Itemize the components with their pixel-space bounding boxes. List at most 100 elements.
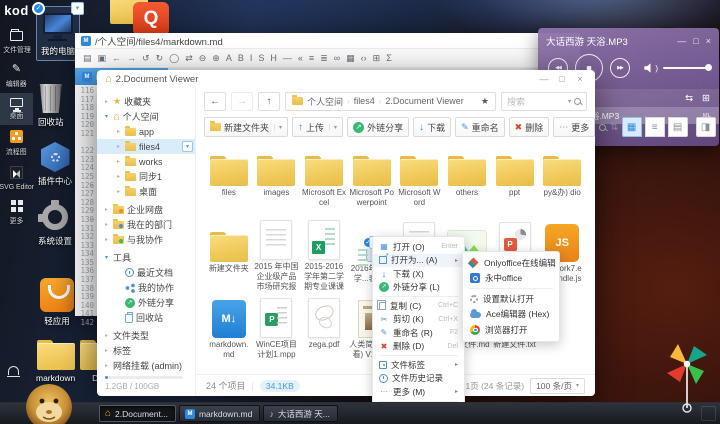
submenu-item-Ace编辑器 (Hex)[interactable]: Ace编辑器 (Hex) (463, 307, 559, 323)
editor-toolbar-icon-2[interactable]: ← (112, 54, 121, 63)
tree-item-回收站[interactable]: 回收站 (97, 310, 195, 325)
sort-icon[interactable]: ⇅ (610, 122, 618, 133)
editor-toolbar-icon-4[interactable]: ↺ (142, 54, 150, 63)
tree-chevron-icon[interactable]: ▸ (103, 206, 110, 213)
editor-toolbar-icon-16[interactable]: « (298, 54, 303, 63)
editor-toolbar-icon-3[interactable]: → (127, 54, 136, 63)
file-item-zega.pdf[interactable]: zega.pdf (301, 296, 347, 368)
file-item-markdown.md[interactable]: M↓markdown.md (206, 296, 252, 368)
tree-item-收藏夹[interactable]: ▸★收藏夹 (97, 94, 195, 109)
editor-toolbar-icon-20[interactable]: ▦ (346, 54, 355, 63)
editor-toolbar-icon-12[interactable]: I (250, 54, 253, 63)
editor-toolbar-icon-19[interactable]: ∞ (334, 54, 340, 63)
desktop-icon-light-app[interactable]: 轻应用 (40, 278, 74, 327)
rail-item-svg-editor[interactable]: SVG Editor (0, 161, 33, 195)
editor-toolbar-icon-6[interactable]: ◯ (169, 54, 179, 63)
context-menu-item-删除 (D)[interactable]: ✖删除 (D)Del (373, 340, 464, 354)
editor-toolbar-icon-21[interactable]: ‹› (361, 54, 367, 63)
context-menu-item-文件标签[interactable]: 文件标签▸ (373, 358, 464, 372)
file-item-Microsoft Excel[interactable]: Microsoft Excel (301, 144, 347, 216)
zoom-icon[interactable] (599, 124, 606, 131)
dropdown-caret-icon[interactable]: ▾ (274, 124, 282, 131)
editor-toolbar-icon-18[interactable]: ≣ (320, 54, 328, 63)
breadcrumb-item[interactable]: 个人空间 (307, 95, 343, 108)
tree-chevron-icon[interactable]: ▾ (103, 113, 110, 120)
per-page-select[interactable]: 100 条/页 ▾ (530, 378, 585, 394)
delete-button[interactable]: ✖删除 (509, 117, 550, 137)
context-menu-item-外链分享 (L)[interactable]: ↗外链分享 (L) (373, 281, 464, 295)
file-item-2015 年中国企业级产品市场研究报告as...[interactable]: 2015 年中国企业级产品市场研究报告as... (254, 220, 300, 292)
tree-item-works[interactable]: ▸works (97, 154, 195, 169)
tree-chevron-icon[interactable]: ▸ (115, 143, 122, 150)
context-menu-item-文件历史记录[interactable]: 文件历史记录 (373, 372, 464, 386)
view-detail-button[interactable]: ▤ (668, 117, 688, 137)
editor-toolbar-icon-14[interactable]: H (270, 54, 277, 63)
editor-toolbar-icon-11[interactable]: B (238, 54, 244, 63)
tree-chevron-icon[interactable]: ▸ (103, 236, 110, 243)
editor-toolbar-icon-22[interactable]: ⊞ (373, 54, 381, 63)
tree-item-app[interactable]: ▸app (97, 124, 195, 139)
rail-item-files[interactable]: 文件管理 (0, 26, 33, 59)
editor-toolbar-icon-13[interactable]: S (258, 54, 264, 63)
player-minimize-icon[interactable]: — (677, 36, 686, 46)
tree-chevron-icon[interactable]: ▾ (103, 254, 110, 261)
tree-item-最近文档[interactable]: 最近文档 (97, 265, 195, 280)
file-item-WinCE项目计划1.mpp[interactable]: WinCE项目计划1.mpp (254, 296, 300, 368)
back-button[interactable]: ← (204, 92, 226, 111)
context-menu-item-下载 (X)[interactable]: ↓下载 (X) (373, 267, 464, 281)
submenu-item-永中office[interactable]: 永中office (463, 271, 559, 287)
loop-icon[interactable]: ⇆ (685, 93, 693, 104)
rail-item-desktop[interactable]: 桌面 (0, 93, 33, 125)
context-menu-item-复制 (C)[interactable]: 复制 (C)Ctrl+C (373, 299, 464, 313)
tree-chevron-icon[interactable]: ▸ (103, 362, 110, 369)
file-item-Microsoft Powerpoint[interactable]: Microsoft Powerpoint (349, 144, 395, 216)
context-menu-item-打开为... (A)[interactable]: 打开为... (A)▸ (373, 254, 464, 268)
context-menu-item-剪切 (K)[interactable]: ✂剪切 (K)Ctrl+X (373, 313, 464, 327)
pinwheel-widget[interactable] (662, 342, 714, 414)
file-item-py&办) dio[interactable]: py&办) dio (539, 144, 585, 216)
upload-button[interactable]: ↑上传▾ (292, 117, 343, 137)
taskbar-button-2.Document...[interactable]: ⌂2.Document... (99, 405, 176, 422)
tree-item-与我协作[interactable]: ▸与我协作 (97, 232, 195, 247)
desktop-icon-q-app[interactable]: Q (133, 2, 169, 36)
add-to-playlist-icon[interactable]: ⊞ (702, 93, 710, 104)
file-item-2015-2016学年第二学期专业课课程表(...[interactable]: 2015-2016学年第二学期专业课课程表(... (301, 220, 347, 292)
rail-item-flowchart[interactable]: 流程图 (0, 125, 33, 161)
submenu-item-设置默认打开[interactable]: 设置默认打开 (463, 291, 559, 307)
side-panel-toggle-button[interactable]: ◨ (696, 117, 716, 137)
favorite-star-icon[interactable]: ★ (481, 96, 489, 107)
search-input[interactable]: 搜索 (507, 95, 565, 108)
tree-item-企业网盘[interactable]: ▸企业网盘 (97, 202, 195, 217)
context-menu-item-更多 (M)[interactable]: ⋯更多 (M)▸ (373, 385, 464, 399)
file-manager-titlebar[interactable]: ⌂ 2.Document Viewer — □ × (97, 70, 595, 88)
submenu-item-Onlyoffice在线编辑[interactable]: Onlyoffice在线编辑 (463, 255, 559, 271)
breadcrumb-item[interactable]: files4 (354, 96, 375, 106)
editor-toolbar-icon-17[interactable]: ≡ (309, 54, 314, 63)
editor-toolbar-icon-1[interactable]: ▣ (98, 54, 107, 63)
editor-toolbar-icon-5[interactable]: ↻ (156, 54, 164, 63)
tree-item-我的协作[interactable]: 我的协作 (97, 280, 195, 295)
tree-item-我在的部门[interactable]: ▸我在的部门 (97, 217, 195, 232)
tree-chevron-icon[interactable]: ▸ (115, 188, 122, 195)
taskbar-button-大话西游 天...[interactable]: ♪大话西游 天... (263, 405, 337, 422)
file-item-新建文件夹[interactable]: 新建文件夹 (206, 220, 252, 292)
rename-button[interactable]: ✎重命名 (455, 117, 505, 137)
new-folder-button[interactable]: 新建文件夹▾ (204, 117, 288, 137)
desktop-icon-recycle-bin[interactable]: 回收站 (38, 84, 64, 128)
forward-button[interactable]: → (231, 92, 253, 111)
tree-item-网络挂载 (admin)[interactable]: ▸网络挂载 (admin) (97, 358, 195, 373)
editor-toolbar-icon-0[interactable]: ▤ (83, 54, 92, 63)
tree-item-外链分享[interactable]: ↗外链分享 (97, 295, 195, 310)
next-track-button[interactable]: ▶▶ (610, 58, 630, 78)
tree-chevron-icon[interactable]: ▸ (115, 173, 122, 180)
editor-toolbar-icon-23[interactable]: Σ (386, 54, 392, 63)
view-grid-button[interactable]: ▦ (622, 117, 642, 137)
tree-chevron-icon[interactable]: ▸ (115, 128, 122, 135)
window-maximize-icon[interactable]: □ (555, 74, 569, 84)
dropdown-caret-icon[interactable]: ▾ (71, 2, 84, 15)
share-button[interactable]: ↗外链分享 (347, 117, 409, 137)
rail-item-editor[interactable]: ✎编辑器 (0, 59, 33, 93)
submenu-item-浏览器打开[interactable]: 浏览器打开 (463, 322, 559, 338)
editor-toolbar-icon-10[interactable]: A (226, 54, 232, 63)
editor-toolbar-icon-9[interactable]: ⊕ (212, 54, 220, 63)
